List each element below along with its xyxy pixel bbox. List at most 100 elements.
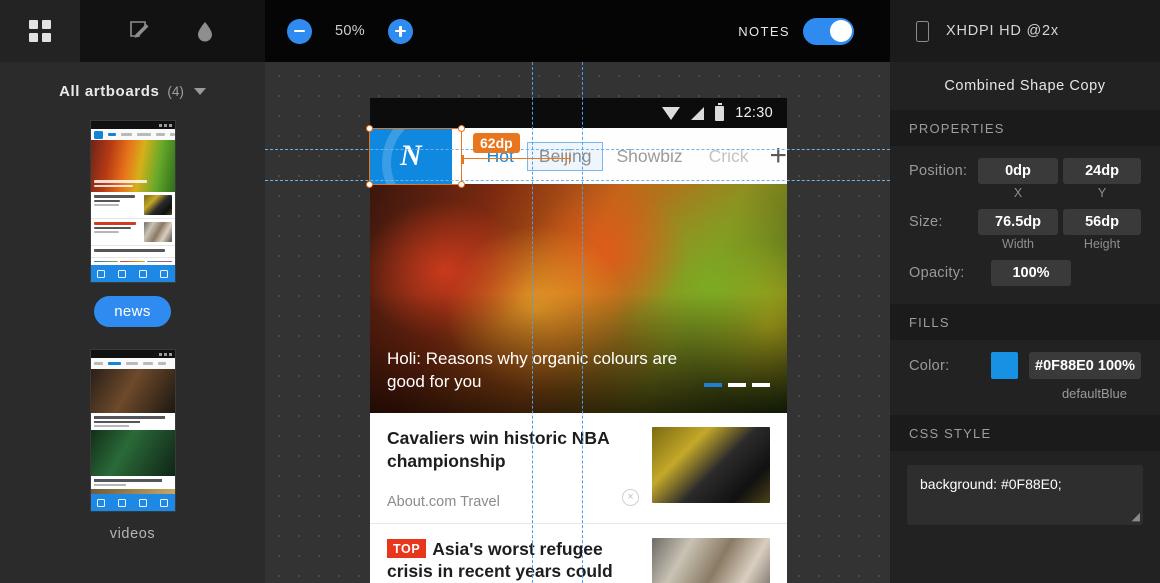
- position-label: Position:: [909, 163, 968, 179]
- droplet-icon: [197, 22, 212, 42]
- size-row: Size: 76.5dp 56dp: [909, 209, 1141, 235]
- artboards-filter-dropdown[interactable]: All artboards (4): [0, 62, 265, 120]
- properties-body: Position: 0dp 24dp X Y Size: 76.5dp 56dp…: [890, 146, 1160, 286]
- article-headline-with-tag: TOP Asia's worst refugee crisis in recent…: [387, 538, 640, 583]
- position-x-field[interactable]: 0dp: [978, 158, 1058, 184]
- notes-toggle[interactable]: [803, 17, 854, 45]
- article-thumbnail: [652, 537, 770, 583]
- thumb-status-bar: [90, 121, 175, 129]
- vertical-guide: [532, 62, 533, 583]
- position-y-field[interactable]: 24dp: [1063, 158, 1141, 184]
- zoom-in-button[interactable]: [388, 18, 413, 44]
- opacity-label: Opacity:: [909, 265, 965, 281]
- article-row-nba[interactable]: Cavaliers win historic NBA championship …: [370, 413, 787, 524]
- color-name-label: defaultBlue: [1061, 386, 1127, 401]
- tab-showbiz[interactable]: Showbiz: [603, 143, 695, 170]
- chevron-down-icon: [193, 87, 206, 95]
- article-source: About.com Travel: [387, 493, 500, 510]
- color-row: Color: #0F88E0 100%: [909, 352, 1141, 379]
- color-swatch[interactable]: [991, 352, 1018, 379]
- size-label: Size:: [909, 214, 943, 230]
- article-thumbnail: [652, 427, 770, 503]
- hero-headline: Holi: Reasons why organic colours are go…: [387, 349, 678, 391]
- thumb-logo: [93, 130, 103, 139]
- thumb-status-bar: [90, 350, 175, 358]
- properties-panel: Combined Shape Copy PROPERTIES Position:…: [890, 62, 1160, 583]
- vertical-guide: [582, 62, 583, 583]
- fills-section-header: FILLS: [890, 304, 1160, 340]
- resize-grip-icon[interactable]: ◢: [1132, 510, 1140, 523]
- phone-status-bar: 12:30: [370, 98, 787, 128]
- artboard-label-videos[interactable]: videos: [110, 526, 156, 542]
- thumb-grid: [90, 257, 175, 265]
- zoom-level-value: 50%: [335, 23, 365, 39]
- thumb-bottom-nav: [90, 494, 175, 511]
- grid-apps-icon: [29, 20, 51, 42]
- artboards-sidebar: All artboards (4) news videos: [0, 62, 265, 583]
- dismiss-article-button[interactable]: ×: [622, 488, 639, 506]
- shape-selection-box[interactable]: [366, 125, 465, 188]
- color-value-field[interactable]: #0F88E0 100%: [1029, 352, 1141, 379]
- artboard-item-news[interactable]: news: [0, 120, 265, 327]
- size-height-field[interactable]: 56dp: [1063, 209, 1141, 235]
- position-x-sublabel: X: [1013, 186, 1023, 200]
- add-tab-button[interactable]: +: [769, 141, 787, 171]
- density-selector[interactable]: XHDPI HD @2x: [890, 0, 1160, 62]
- top-badge: TOP: [387, 539, 427, 559]
- note-pencil-tool-button[interactable]: [125, 16, 155, 46]
- position-y-sublabel: Y: [1097, 186, 1107, 200]
- design-canvas[interactable]: 12:30 N Hot Beijing Showbiz Crick + Holi…: [265, 62, 890, 583]
- zoom-controls: 50% NOTES: [265, 0, 890, 62]
- article-row-refugee[interactable]: TOP Asia's worst refugee crisis in recent…: [370, 524, 787, 583]
- hero-article[interactable]: Holi: Reasons why organic colours are go…: [370, 184, 787, 413]
- top-toolbar: 50% NOTES XHDPI HD @2x: [0, 0, 1160, 62]
- color-dropper-tool-button[interactable]: [190, 16, 220, 46]
- css-code-text: background: #0F88E0;: [920, 476, 1062, 492]
- size-width-field[interactable]: 76.5dp: [978, 209, 1058, 235]
- measurement-badge: 62dp: [473, 133, 520, 153]
- thumb-article-row: [90, 219, 175, 246]
- article-headline: Cavaliers win historic NBA championship: [387, 428, 610, 471]
- tab-crick[interactable]: Crick: [696, 143, 762, 170]
- measurement-line: [462, 155, 570, 164]
- artboard-thumbnail[interactable]: [89, 349, 176, 512]
- density-label: XHDPI HD @2x: [946, 23, 1059, 39]
- artboards-title: All artboards: [59, 82, 160, 100]
- fills-body: Color: #0F88E0 100% defaultBlue: [890, 340, 1160, 401]
- phone-icon: [916, 20, 929, 42]
- thumb-article-row: [90, 192, 175, 219]
- size-width-sublabel: Width: [1002, 237, 1034, 251]
- thumb-bottom-nav: [90, 265, 175, 282]
- properties-section-header: PROPERTIES: [890, 110, 1160, 146]
- note-pencil-icon: [130, 21, 149, 38]
- zoom-out-button[interactable]: [287, 18, 312, 44]
- opacity-field[interactable]: 100%: [991, 260, 1071, 286]
- css-section-header: CSS STYLE: [890, 415, 1160, 451]
- notes-toggle-group: NOTES: [738, 17, 854, 45]
- battery-icon: [715, 102, 725, 121]
- notes-label: NOTES: [738, 23, 790, 39]
- thumb-article-row: [90, 246, 175, 258]
- horizontal-guide: [265, 149, 890, 150]
- thumb-hero: [90, 140, 175, 192]
- artboards-count: (4): [167, 83, 184, 99]
- size-sublabels: Width Height: [909, 237, 1141, 251]
- thumb-tabbar: [90, 358, 175, 369]
- app-window: 50% NOTES XHDPI HD @2x All artboards (4): [0, 0, 1160, 583]
- apps-grid-button[interactable]: [0, 0, 80, 62]
- status-clock: 12:30: [735, 105, 773, 121]
- position-sublabels: X Y: [909, 186, 1141, 200]
- opacity-row: Opacity: 100%: [909, 260, 1141, 286]
- tab-beijing[interactable]: Beijing: [526, 141, 604, 171]
- artboard-label-news[interactable]: news: [94, 296, 171, 327]
- css-code-box[interactable]: background: #0F88E0; ◢: [907, 465, 1143, 525]
- artboard-thumbnail[interactable]: [89, 120, 176, 283]
- wifi-icon: [662, 106, 681, 120]
- signal-icon: [691, 106, 705, 120]
- hero-page-indicator: [704, 383, 770, 387]
- size-height-sublabel: Height: [1083, 237, 1121, 251]
- thumb-tabbar: [90, 129, 175, 140]
- artboard-item-videos[interactable]: videos: [0, 349, 265, 542]
- horizontal-guide: [265, 180, 890, 181]
- tools-group: [80, 0, 265, 62]
